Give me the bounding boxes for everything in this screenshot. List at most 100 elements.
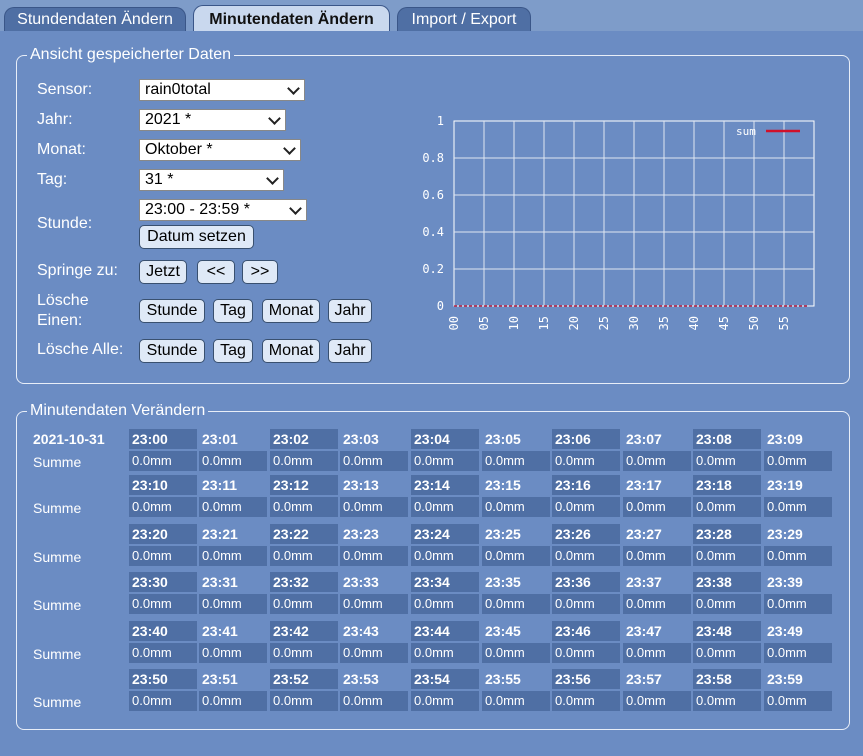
minute-value-field[interactable]: 0.0mm — [693, 451, 761, 471]
minute-value-field[interactable]: 0.0mm — [764, 546, 832, 566]
x-tick-label: 30 — [627, 316, 641, 330]
month-label: Monat: — [37, 141, 86, 158]
minute-value-field[interactable]: 0.0mm — [764, 594, 832, 614]
minute-value-field[interactable]: 0.0mm — [482, 691, 550, 711]
minute-value-field[interactable]: 0.0mm — [693, 497, 761, 517]
x-tick-label: 10 — [507, 316, 521, 330]
jump-prev-button[interactable]: << — [197, 260, 235, 284]
minute-value-field[interactable]: 0.0mm — [764, 497, 832, 517]
minute-value-field[interactable]: 0.0mm — [482, 497, 550, 517]
minute-value-field[interactable]: 0.0mm — [623, 594, 691, 614]
tab-stundendaten[interactable]: Stundendaten Ändern — [4, 7, 186, 31]
delete-one-month-button[interactable]: Monat — [262, 299, 320, 323]
month-select[interactable]: Oktober * — [139, 139, 301, 161]
minute-value-field[interactable]: 0.0mm — [199, 594, 267, 614]
minute-value-field[interactable]: 0.0mm — [340, 497, 408, 517]
minute-value-field[interactable]: 0.0mm — [411, 497, 479, 517]
minute-value-field[interactable]: 0.0mm — [340, 451, 408, 471]
delete-all-hour-button[interactable]: Stunde — [139, 339, 205, 363]
set-date-button[interactable]: Datum setzen — [139, 225, 254, 249]
summe-label: Summe — [33, 549, 82, 565]
minute-value-field[interactable]: 0.0mm — [270, 546, 338, 566]
summe-label: Summe — [33, 500, 82, 516]
minute-value-field[interactable]: 0.0mm — [482, 451, 550, 471]
minute-value-field[interactable]: 0.0mm — [482, 643, 550, 663]
y-tick-label: 0.6 — [422, 188, 444, 202]
minute-value-field[interactable]: 0.0mm — [270, 691, 338, 711]
minute-value-field[interactable]: 0.0mm — [623, 497, 691, 517]
delete-all-month-button[interactable]: Monat — [262, 339, 320, 363]
day-select-value: 31 * — [145, 171, 174, 188]
delete-all-year-button[interactable]: Jahr — [328, 339, 372, 363]
minute-time-cell: 23:21 — [202, 526, 238, 542]
minute-time-cell: 23:09 — [767, 431, 803, 447]
y-tick-label: 0.4 — [422, 225, 444, 239]
minute-value-field[interactable]: 0.0mm — [129, 594, 197, 614]
minute-value-field[interactable]: 0.0mm — [552, 497, 620, 517]
minute-value-field[interactable]: 0.0mm — [552, 594, 620, 614]
delete-one-day-button[interactable]: Tag — [213, 299, 253, 323]
minute-value-field[interactable]: 0.0mm — [129, 643, 197, 663]
hour-select[interactable]: 23:00 - 23:59 * — [139, 199, 307, 221]
minute-value-field[interactable]: 0.0mm — [199, 643, 267, 663]
year-select[interactable]: 2021 * — [139, 109, 286, 131]
minute-value-field[interactable]: 0.0mm — [199, 497, 267, 517]
minute-value-field[interactable]: 0.0mm — [552, 691, 620, 711]
minute-value-field[interactable]: 0.0mm — [623, 691, 691, 711]
minute-time-cell: 23:29 — [767, 526, 803, 542]
minute-time-cell: 23:17 — [626, 477, 662, 493]
minute-value-field[interactable]: 0.0mm — [552, 451, 620, 471]
minute-value-field[interactable]: 0.0mm — [270, 594, 338, 614]
delete-one-hour-button[interactable]: Stunde — [139, 299, 205, 323]
minute-value-field[interactable]: 0.0mm — [340, 546, 408, 566]
delete-all-day-button[interactable]: Tag — [213, 339, 253, 363]
chevron-down-icon — [268, 112, 281, 125]
jump-now-button[interactable]: Jetzt — [139, 260, 187, 284]
minute-value-field[interactable]: 0.0mm — [693, 546, 761, 566]
minute-value-field[interactable]: 0.0mm — [693, 691, 761, 711]
minute-value-field[interactable]: 0.0mm — [340, 594, 408, 614]
minute-value-field[interactable]: 0.0mm — [693, 594, 761, 614]
y-tick-label: 1 — [437, 114, 444, 128]
minute-value-field[interactable]: 0.0mm — [270, 643, 338, 663]
minute-value-field[interactable]: 0.0mm — [552, 643, 620, 663]
minute-value-field[interactable]: 0.0mm — [764, 691, 832, 711]
minute-value-field[interactable]: 0.0mm — [623, 643, 691, 663]
minute-value-field[interactable]: 0.0mm — [129, 451, 197, 471]
minute-value-field[interactable]: 0.0mm — [764, 643, 832, 663]
minute-value-field[interactable]: 0.0mm — [199, 451, 267, 471]
minute-value-field[interactable]: 0.0mm — [693, 643, 761, 663]
minute-value-field[interactable]: 0.0mm — [199, 691, 267, 711]
minute-value-field[interactable]: 0.0mm — [764, 451, 832, 471]
minute-value-field[interactable]: 0.0mm — [623, 451, 691, 471]
minute-value-field[interactable]: 0.0mm — [199, 546, 267, 566]
sensor-select[interactable]: rain0total — [139, 79, 305, 101]
minute-value-field[interactable]: 0.0mm — [270, 497, 338, 517]
delete-one-year-button[interactable]: Jahr — [328, 299, 372, 323]
minute-value-field[interactable]: 0.0mm — [129, 546, 197, 566]
minute-value-field[interactable]: 0.0mm — [340, 643, 408, 663]
minute-time-cell: 23:47 — [626, 623, 662, 639]
minute-time-cell: 23:35 — [485, 574, 521, 590]
minute-value-field[interactable]: 0.0mm — [411, 546, 479, 566]
minute-value-field[interactable]: 0.0mm — [482, 594, 550, 614]
minute-value-field[interactable]: 0.0mm — [411, 451, 479, 471]
minute-time-cell: 23:39 — [767, 574, 803, 590]
tab-import-export[interactable]: Import / Export — [397, 7, 531, 31]
minute-value-field[interactable]: 0.0mm — [270, 451, 338, 471]
minute-time-cell: 23:02 — [270, 429, 338, 449]
minute-value-field[interactable]: 0.0mm — [411, 643, 479, 663]
minute-value-field[interactable]: 0.0mm — [552, 546, 620, 566]
minute-value-field[interactable]: 0.0mm — [129, 691, 197, 711]
day-select[interactable]: 31 * — [139, 169, 284, 191]
minute-value-field[interactable]: 0.0mm — [411, 691, 479, 711]
minute-value-field[interactable]: 0.0mm — [129, 497, 197, 517]
minute-value-field[interactable]: 0.0mm — [623, 546, 691, 566]
minute-value-field[interactable]: 0.0mm — [411, 594, 479, 614]
x-tick-label: 00 — [447, 316, 461, 330]
minute-value-field[interactable]: 0.0mm — [340, 691, 408, 711]
minute-time-cell: 23:59 — [767, 671, 803, 687]
minute-value-field[interactable]: 0.0mm — [482, 546, 550, 566]
jump-next-button[interactable]: >> — [242, 260, 278, 284]
tab-minutendaten[interactable]: Minutendaten Ändern — [193, 5, 390, 32]
